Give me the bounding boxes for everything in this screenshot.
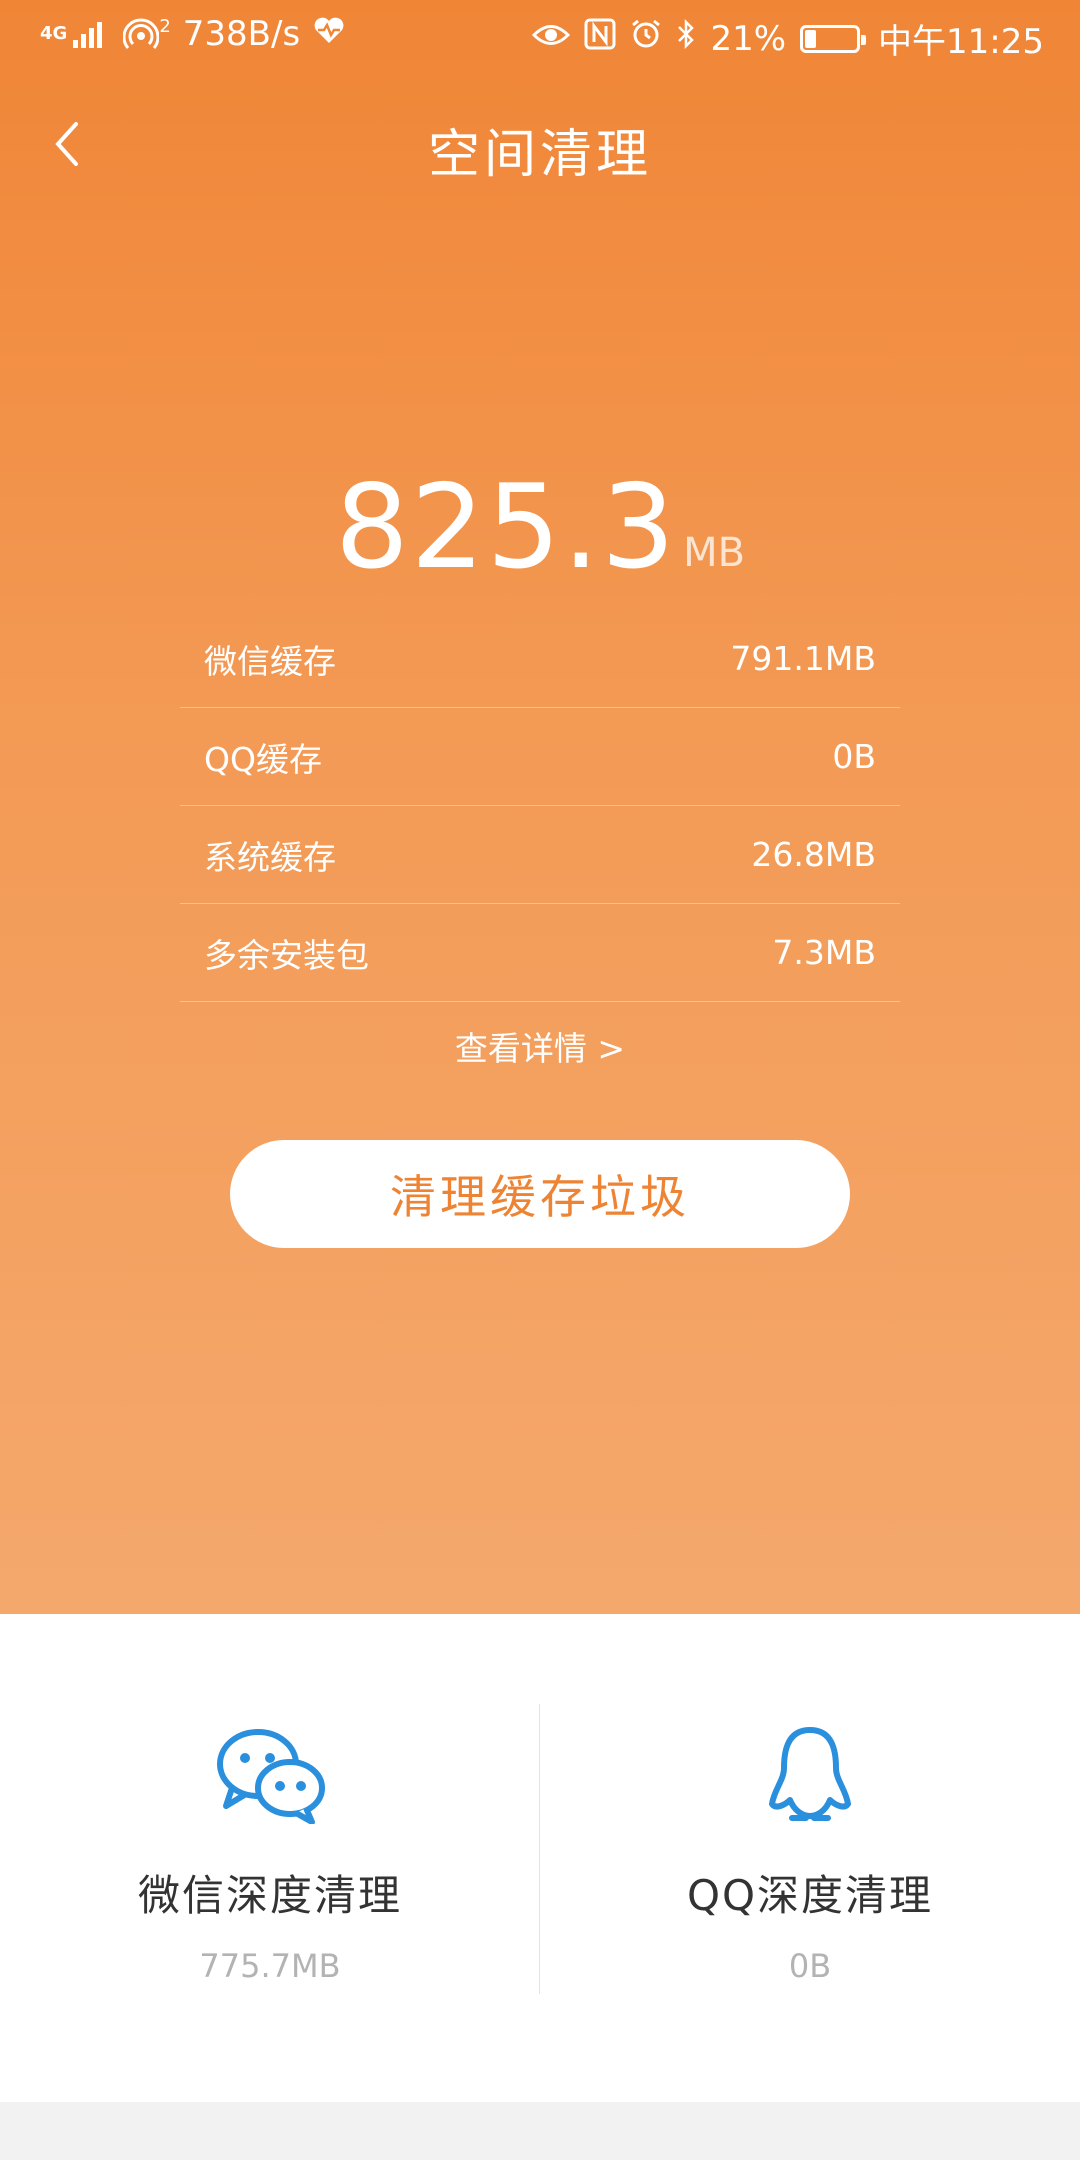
network-type: 4G — [40, 23, 68, 44]
cache-breakdown-list: 微信缓存 791.1MB QQ缓存 0B 系统缓存 26.8MB 多余安装包 7… — [180, 610, 900, 1002]
bluetooth-icon — [676, 18, 696, 59]
wechat-icon — [217, 1729, 325, 1824]
wechat-deep-clean-title: 微信深度清理 — [137, 1871, 402, 1920]
cache-item-value: 791.1MB — [730, 639, 876, 678]
qq-deep-clean-size: 0B — [788, 1947, 832, 1985]
cache-item-label: 多余安装包 — [204, 935, 369, 975]
status-bar: 4G 2 738B/s 21% 中午11:25 — [0, 0, 1080, 72]
battery-level-fill — [805, 29, 817, 48]
health-icon — [312, 14, 346, 54]
cache-item-apk: 多余安装包 7.3MB — [180, 904, 900, 1002]
cache-item-label: QQ缓存 — [204, 739, 322, 779]
hotspot-icon: 2 — [123, 16, 171, 52]
cache-item-value: 0B — [832, 737, 876, 776]
cache-item-value: 7.3MB — [772, 933, 876, 972]
total-cache-size: 825.3 MB — [0, 470, 1080, 586]
qq-deep-clean-title: QQ深度清理 — [686, 1871, 934, 1920]
network-speed: 738B/s — [182, 14, 301, 54]
deep-clean-panel: 微信深度清理 775.7MB QQ深度清理 0B — [0, 1614, 1080, 2102]
battery-icon — [800, 24, 867, 53]
wechat-deep-clean-size: 775.7MB — [199, 1947, 341, 1985]
hotspot-count: 2 — [159, 16, 171, 37]
total-unit: MB — [683, 530, 746, 576]
qq-penguin-icon — [769, 1727, 851, 1821]
hero-panel: 4G 2 738B/s 21% 中午11:25 空间清理 825.3 MB 微信… — [0, 0, 1080, 1614]
wechat-deep-clean-card[interactable]: 微信深度清理 775.7MB — [0, 1724, 540, 1985]
alarm-icon — [630, 18, 662, 59]
clock: 中午11:25 — [878, 22, 1044, 62]
nfc-icon — [584, 18, 616, 59]
cache-item-system: 系统缓存 26.8MB — [180, 806, 900, 904]
page-title: 空间清理 — [427, 125, 652, 185]
cache-item-qq: QQ缓存 0B — [180, 708, 900, 806]
cache-item-label: 系统缓存 — [204, 837, 336, 877]
qq-deep-clean-card[interactable]: QQ深度清理 0B — [540, 1724, 1080, 1985]
cache-item-wechat: 微信缓存 791.1MB — [180, 610, 900, 708]
clean-cache-button[interactable]: 清理缓存垃圾 — [230, 1140, 850, 1248]
signal-icon: 4G — [40, 18, 111, 50]
eye-icon — [532, 19, 571, 59]
battery-percent: 21% — [710, 18, 787, 59]
view-details-link[interactable]: 查看详情 > — [0, 1022, 1080, 1070]
total-value: 825.3 — [334, 460, 678, 595]
cache-item-value: 26.8MB — [751, 835, 876, 874]
cache-item-label: 微信缓存 — [204, 641, 336, 681]
